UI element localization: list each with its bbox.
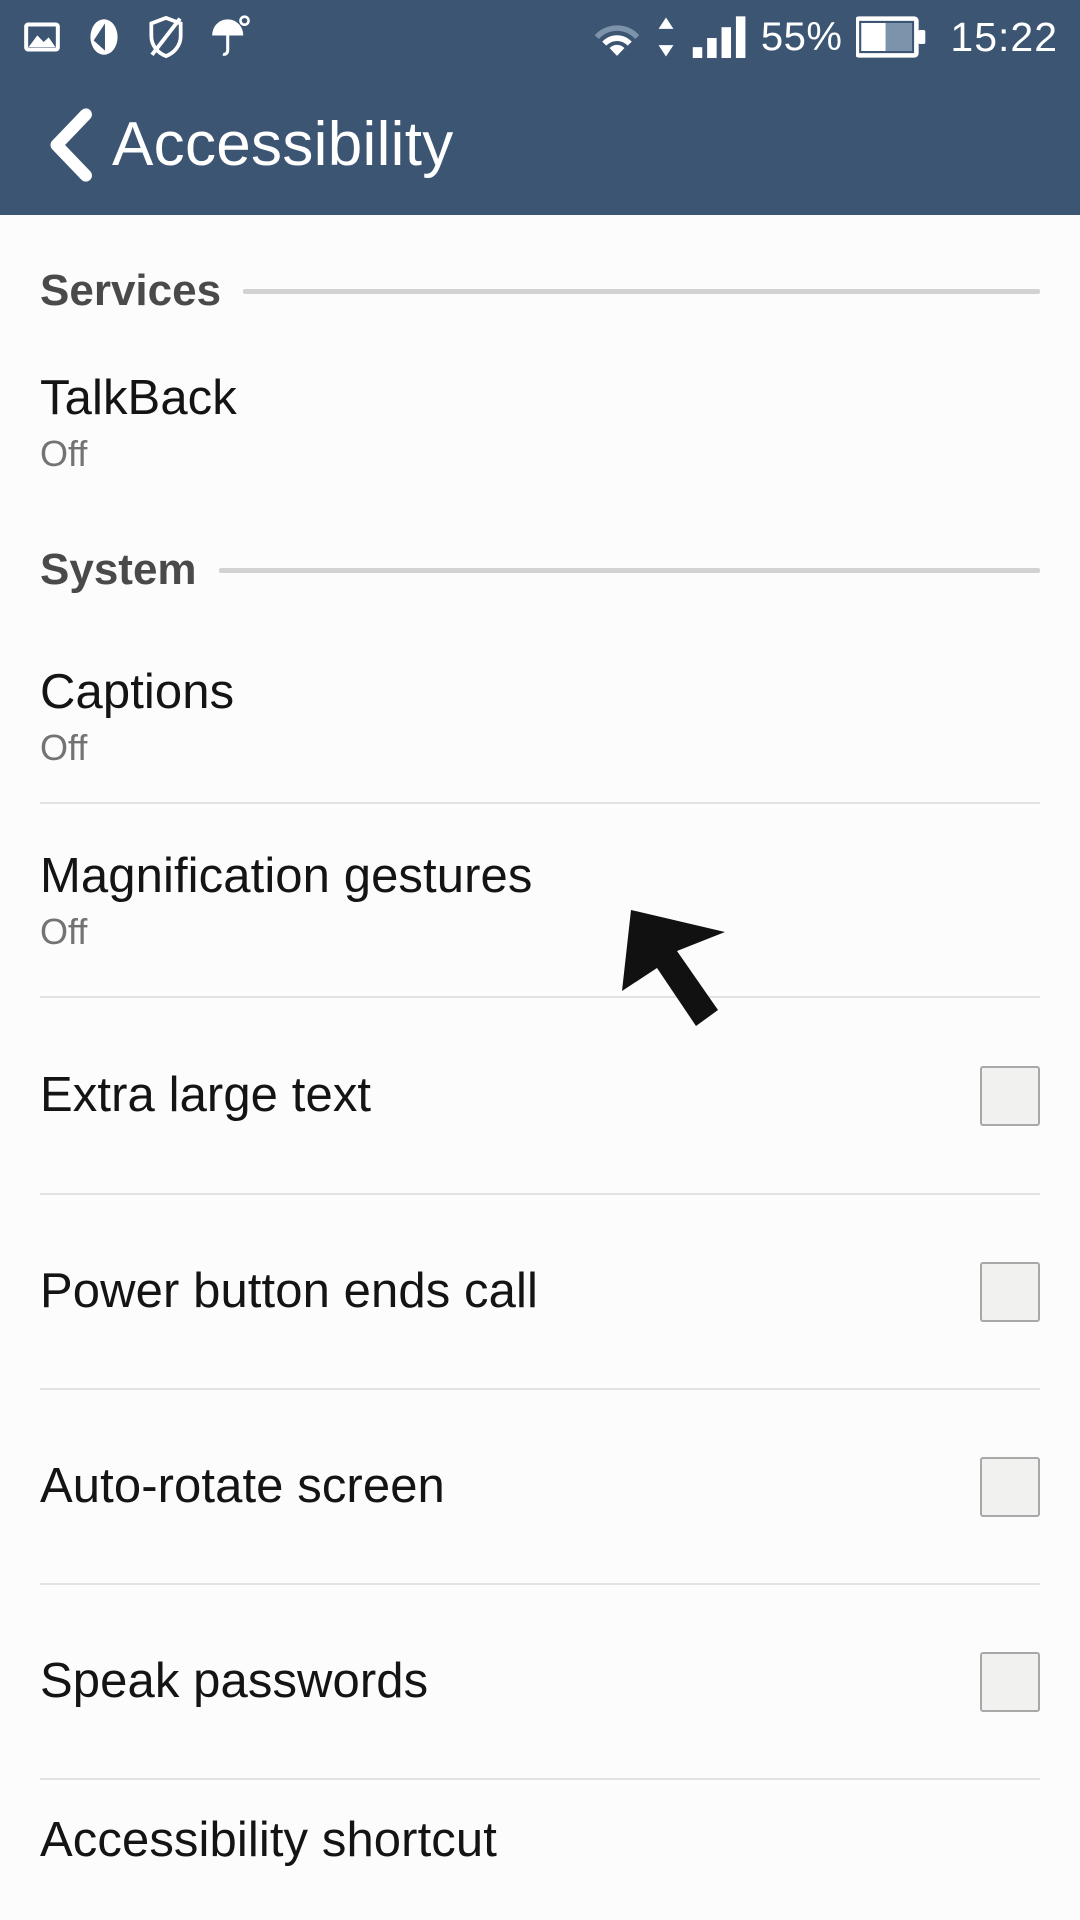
checkbox-power-button-ends-call[interactable] bbox=[980, 1261, 1040, 1322]
section-header-services: Services bbox=[0, 215, 1080, 335]
row-title: Accessibility shortcut bbox=[40, 1812, 497, 1867]
status-bar-clock: 15:22 bbox=[950, 13, 1058, 60]
app-header: Accessibility bbox=[0, 74, 1080, 215]
row-subtitle: Off bbox=[40, 433, 88, 475]
battery-icon bbox=[854, 16, 926, 58]
checkbox-speak-passwords[interactable] bbox=[980, 1651, 1040, 1712]
section-rule bbox=[243, 288, 1040, 294]
row-title: TalkBack bbox=[40, 371, 237, 426]
battery-percent-label: 55% bbox=[760, 14, 843, 59]
list-item-accessibility-shortcut[interactable]: Accessibility shortcut bbox=[0, 1780, 1080, 1900]
row-texts: Auto-rotate screen bbox=[40, 1459, 956, 1514]
status-bar-left-icons bbox=[22, 15, 250, 59]
row-texts: Accessibility shortcut bbox=[40, 1813, 1040, 1868]
page-title: Accessibility bbox=[112, 110, 454, 179]
row-title: Speak passwords bbox=[40, 1654, 429, 1709]
phone-screen: 55% 15:22 Accessibility Services TalkBac… bbox=[0, 0, 1080, 1920]
row-texts: Speak passwords bbox=[40, 1654, 956, 1709]
row-texts: Extra large text bbox=[40, 1068, 956, 1123]
list-item-captions[interactable]: Captions Off bbox=[0, 630, 1080, 802]
picture-icon bbox=[22, 17, 62, 57]
row-subtitle: Off bbox=[40, 910, 88, 952]
row-subtitle: Off bbox=[40, 726, 88, 768]
shield-off-icon bbox=[146, 15, 186, 59]
list-item-power-button-ends-call[interactable]: Power button ends call bbox=[0, 1195, 1080, 1388]
row-texts: Magnification gestures Off bbox=[40, 849, 1040, 951]
section-label: System bbox=[40, 545, 197, 594]
settings-list: Services TalkBack Off System Captions Of bbox=[0, 215, 1080, 1900]
status-bar-right-icons: 55% 15:22 bbox=[593, 14, 1058, 61]
data-transfer-icon bbox=[655, 15, 677, 59]
row-title: Auto-rotate screen bbox=[40, 1459, 445, 1514]
section-system: System Captions Off Magnification gestur… bbox=[0, 510, 1080, 1900]
row-texts: TalkBack Off bbox=[40, 371, 1040, 473]
section-label: Services bbox=[40, 266, 222, 315]
checkbox-extra-large-text[interactable] bbox=[980, 1065, 1040, 1126]
row-texts: Power button ends call bbox=[40, 1264, 956, 1319]
list-item-auto-rotate-screen[interactable]: Auto-rotate screen bbox=[0, 1390, 1080, 1583]
list-item-magnification-gestures[interactable]: Magnification gestures Off bbox=[0, 804, 1080, 996]
navigation-arrow-icon bbox=[84, 16, 124, 58]
section-rule bbox=[218, 567, 1040, 573]
list-item-speak-passwords[interactable]: Speak passwords bbox=[0, 1585, 1080, 1778]
row-title: Captions bbox=[40, 664, 235, 719]
section-services: Services TalkBack Off bbox=[0, 215, 1080, 510]
row-texts: Captions Off bbox=[40, 665, 1040, 767]
list-item-extra-large-text[interactable]: Extra large text bbox=[0, 998, 1080, 1193]
section-header-system: System bbox=[0, 510, 1080, 630]
row-title: Power button ends call bbox=[40, 1264, 538, 1319]
wifi-icon bbox=[593, 16, 641, 58]
row-title: Extra large text bbox=[40, 1068, 372, 1123]
umbrella-icon bbox=[208, 15, 250, 59]
list-item-talkback[interactable]: TalkBack Off bbox=[0, 335, 1080, 510]
checkbox-auto-rotate-screen[interactable] bbox=[980, 1456, 1040, 1517]
status-bar: 55% 15:22 bbox=[0, 0, 1080, 74]
chevron-left-icon[interactable] bbox=[40, 106, 100, 184]
row-title: Magnification gestures bbox=[40, 848, 533, 903]
signal-bars-icon bbox=[691, 15, 747, 59]
